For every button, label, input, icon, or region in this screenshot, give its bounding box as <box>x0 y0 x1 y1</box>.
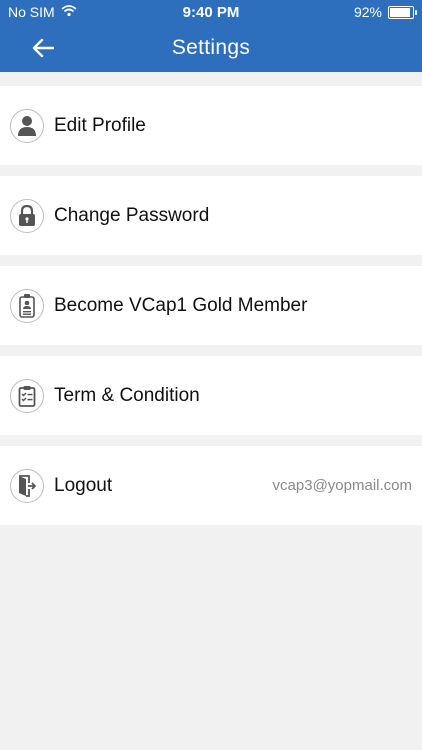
back-button[interactable] <box>26 35 60 61</box>
menu-item-label: Term & Condition <box>54 384 200 406</box>
menu-item-change-password[interactable]: Change Password <box>0 176 422 255</box>
menu-item-label: Logout <box>54 474 113 496</box>
badge-icon <box>10 288 44 323</box>
status-left: No SIM <box>8 4 77 20</box>
logout-icon <box>10 468 44 503</box>
battery-percent: 92% <box>353 4 382 20</box>
menu-item-gold-member[interactable]: Become VCap1 Gold Member <box>0 266 422 345</box>
menu-item-logout[interactable]: Logout vcap3@yopmail.com <box>0 446 422 525</box>
menu-item-label: Become VCap1 Gold Member <box>54 294 308 316</box>
arrow-left-icon <box>32 38 54 58</box>
lock-icon <box>10 198 44 233</box>
carrier-label: No SIM <box>8 4 55 20</box>
menu-item-terms[interactable]: Term & Condition <box>0 356 422 435</box>
menu-item-label: Edit Profile <box>54 114 146 136</box>
menu-item-edit-profile[interactable]: Edit Profile <box>0 86 422 165</box>
clipboard-icon <box>10 378 44 413</box>
battery-fill <box>390 7 410 17</box>
status-right: 92% <box>353 4 417 20</box>
menu-item-label: Change Password <box>54 204 210 226</box>
status-bar: No SIM 9:40 PM 92% <box>0 0 422 24</box>
nav-bar: Settings <box>0 24 422 72</box>
battery-icon <box>388 5 417 19</box>
page-title: Settings <box>171 36 251 59</box>
user-icon <box>10 108 44 143</box>
user-email: vcap3@yopmail.com <box>272 477 412 494</box>
wifi-icon <box>61 4 77 20</box>
app-header: No SIM 9:40 PM 92% Settings <box>0 0 422 72</box>
settings-list: Edit Profile Change Password Become VCap <box>0 86 422 525</box>
